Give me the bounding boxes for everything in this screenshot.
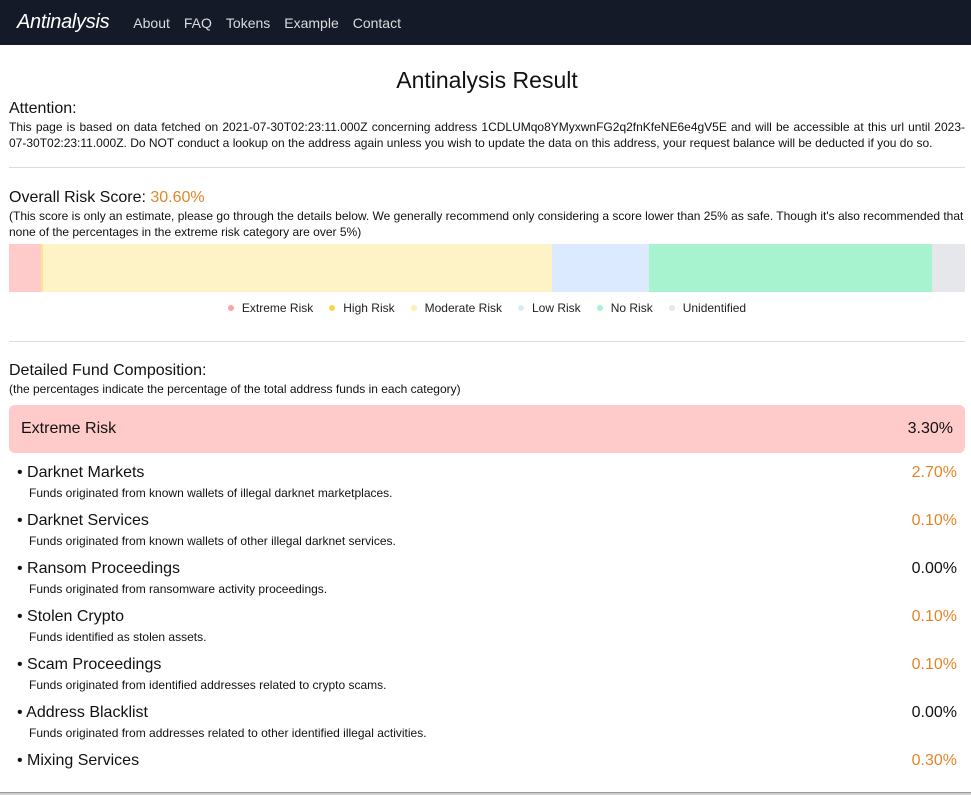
legend-label: No Risk — [610, 301, 653, 315]
risk-score-heading: Overall Risk Score: 30.60% — [9, 188, 965, 208]
fund-item-label: Darknet Services — [27, 512, 149, 529]
fund-item: • Mixing Services 0.30% — [9, 751, 965, 771]
bullet-icon: • — [17, 704, 27, 721]
risk-bar-segment-low-risk[interactable] — [551, 244, 650, 292]
fund-item-description: Funds originated from known wallets of o… — [29, 534, 396, 548]
fund-item-row: • Mixing Services 0.30% — [17, 751, 957, 771]
legend-item-low-risk[interactable]: Low Risk — [518, 301, 581, 315]
fund-item-row: • Darknet Markets 2.70% — [17, 463, 957, 483]
fund-item-label: Scam Proceedings — [27, 656, 162, 673]
fund-item: • Darknet Markets 2.70% Funds originated f… — [9, 463, 965, 501]
fund-item: • Scam Proceedings 0.10% Funds originated … — [9, 655, 965, 693]
attention-heading: Attention: — [9, 100, 77, 117]
risk-score-label: Overall Risk Score: — [9, 189, 146, 206]
navbar: Antinalysis About FAQ Tokens Example Con… — [0, 0, 971, 45]
category-name: Extreme Risk — [21, 420, 117, 437]
fund-item-row: • Scam Proceedings 0.10% — [17, 655, 957, 675]
nav-link-faq[interactable]: FAQ — [184, 15, 212, 31]
legend-label: Unidentified — [682, 301, 747, 315]
legend-dot-icon — [518, 305, 524, 311]
risk-bar-segment-unidentified[interactable] — [931, 244, 965, 292]
legend-dot-icon — [329, 305, 336, 311]
fund-item-row: • Stolen Crypto 0.10% — [17, 607, 957, 627]
fund-item-row: • Darknet Services 0.10% — [17, 511, 957, 531]
nav-link-tokens[interactable]: Tokens — [226, 15, 270, 31]
divider — [9, 167, 965, 168]
fund-item-label: Ransom Proceedings — [27, 560, 181, 577]
legend-item-no-risk[interactable]: No Risk — [596, 301, 653, 315]
fund-item-description: Funds originated from ransomware activit… — [29, 582, 328, 596]
fund-item-description: Funds originated from identified address… — [29, 678, 387, 692]
category-extreme-risk: Extreme Risk 3.30% — [9, 405, 965, 453]
attention-text: This page is based on data fetched on 20… — [9, 120, 965, 150]
legend-label: High Risk — [343, 301, 395, 315]
fund-item-row: • Address Blacklist 0.00% — [17, 703, 957, 723]
bullet-icon: • — [17, 656, 28, 673]
fund-item-name: • Stolen Crypto — [17, 607, 124, 627]
legend-label: Moderate Risk — [424, 301, 502, 315]
legend-item-extreme-risk[interactable]: Extreme Risk — [227, 301, 314, 315]
fund-item-label: Stolen Crypto — [27, 608, 124, 625]
detailed-heading: Detailed Fund Composition: — [9, 362, 207, 379]
fund-item-name: • Darknet Markets — [17, 463, 144, 483]
legend-item-high-risk[interactable]: High Risk — [329, 301, 395, 315]
fund-item-label: Mixing Services — [27, 752, 140, 769]
legend-item-moderate-risk[interactable]: Moderate Risk — [410, 301, 502, 315]
fund-item-row: • Ransom Proceedings 0.00% — [17, 559, 957, 579]
fund-item-description: Funds identified as stolen assets. — [29, 630, 207, 644]
main-content: Antinalysis Result Attention: This page … — [0, 64, 971, 771]
fund-item-percent: 0.10% — [911, 608, 957, 625]
fund-item-percent: 2.70% — [911, 464, 957, 481]
fund-item-percent: 0.00% — [911, 560, 957, 577]
fund-item-name: • Ransom Proceedings — [17, 559, 180, 579]
fund-item-name: • Darknet Services — [17, 511, 149, 531]
detailed-note: (the percentages indicate the percentage… — [9, 382, 461, 396]
category-percent: 3.30% — [907, 420, 953, 437]
legend-dot-icon — [668, 305, 675, 311]
bullet-icon: • — [17, 464, 28, 481]
risk-score-note: (This score is only an estimate, please … — [9, 209, 964, 239]
legend-label: Low Risk — [532, 301, 581, 315]
risk-bar-segment-extreme-risk[interactable] — [9, 244, 41, 292]
fund-item-percent: 0.00% — [911, 704, 957, 721]
legend-item-unidentified[interactable]: Unidentified — [668, 301, 747, 315]
fund-item: • Stolen Crypto 0.10% Funds identified as … — [9, 607, 965, 645]
bullet-icon: • — [17, 512, 28, 529]
fund-item: • Darknet Services 0.10% Funds originated … — [9, 511, 965, 549]
risk-bar-segment-no-risk[interactable] — [649, 244, 932, 292]
legend-dot-icon — [410, 305, 417, 311]
fund-item-label: Darknet Markets — [27, 464, 145, 481]
fund-item-name: • Mixing Services — [17, 751, 139, 771]
fund-item: • Address Blacklist 0.00% Funds originated… — [9, 703, 965, 741]
fund-item-description: Funds originated from addresses related … — [29, 726, 427, 740]
risk-score-value: 30.60% — [150, 189, 205, 206]
fund-item-description: Funds originated from known wallets of i… — [29, 486, 393, 500]
divider — [9, 341, 965, 342]
bullet-icon: • — [17, 608, 28, 625]
fund-item-name: • Scam Proceedings — [17, 655, 161, 675]
fund-item-name: • Address Blacklist — [17, 703, 148, 723]
fund-items-list: • Darknet Markets 2.70% Funds originated f… — [9, 463, 965, 771]
legend-label: Extreme Risk — [241, 301, 314, 315]
brand-logo[interactable]: Antinalysis — [17, 11, 110, 34]
risk-legend: Extreme Risk High Risk Moderate Risk Low Ri… — [9, 301, 965, 315]
nav-link-example[interactable]: Example — [284, 15, 338, 31]
page-title: Antinalysis Result — [396, 67, 578, 93]
nav-link-about[interactable]: About — [133, 15, 170, 31]
legend-dot-icon — [227, 305, 234, 311]
fund-item: • Ransom Proceedings 0.00% Funds originate… — [9, 559, 965, 597]
risk-bar-segment-moderate-risk[interactable] — [43, 244, 552, 292]
fund-item-percent: 0.30% — [911, 752, 957, 769]
bullet-icon: • — [17, 752, 28, 769]
bullet-icon: • — [17, 560, 28, 577]
risk-composition-bar — [9, 244, 965, 292]
nav-link-contact[interactable]: Contact — [353, 15, 401, 31]
legend-dot-icon — [596, 305, 603, 311]
fund-item-percent: 0.10% — [911, 512, 957, 529]
fund-item-label: Address Blacklist — [26, 704, 148, 721]
fund-item-percent: 0.10% — [911, 656, 957, 673]
